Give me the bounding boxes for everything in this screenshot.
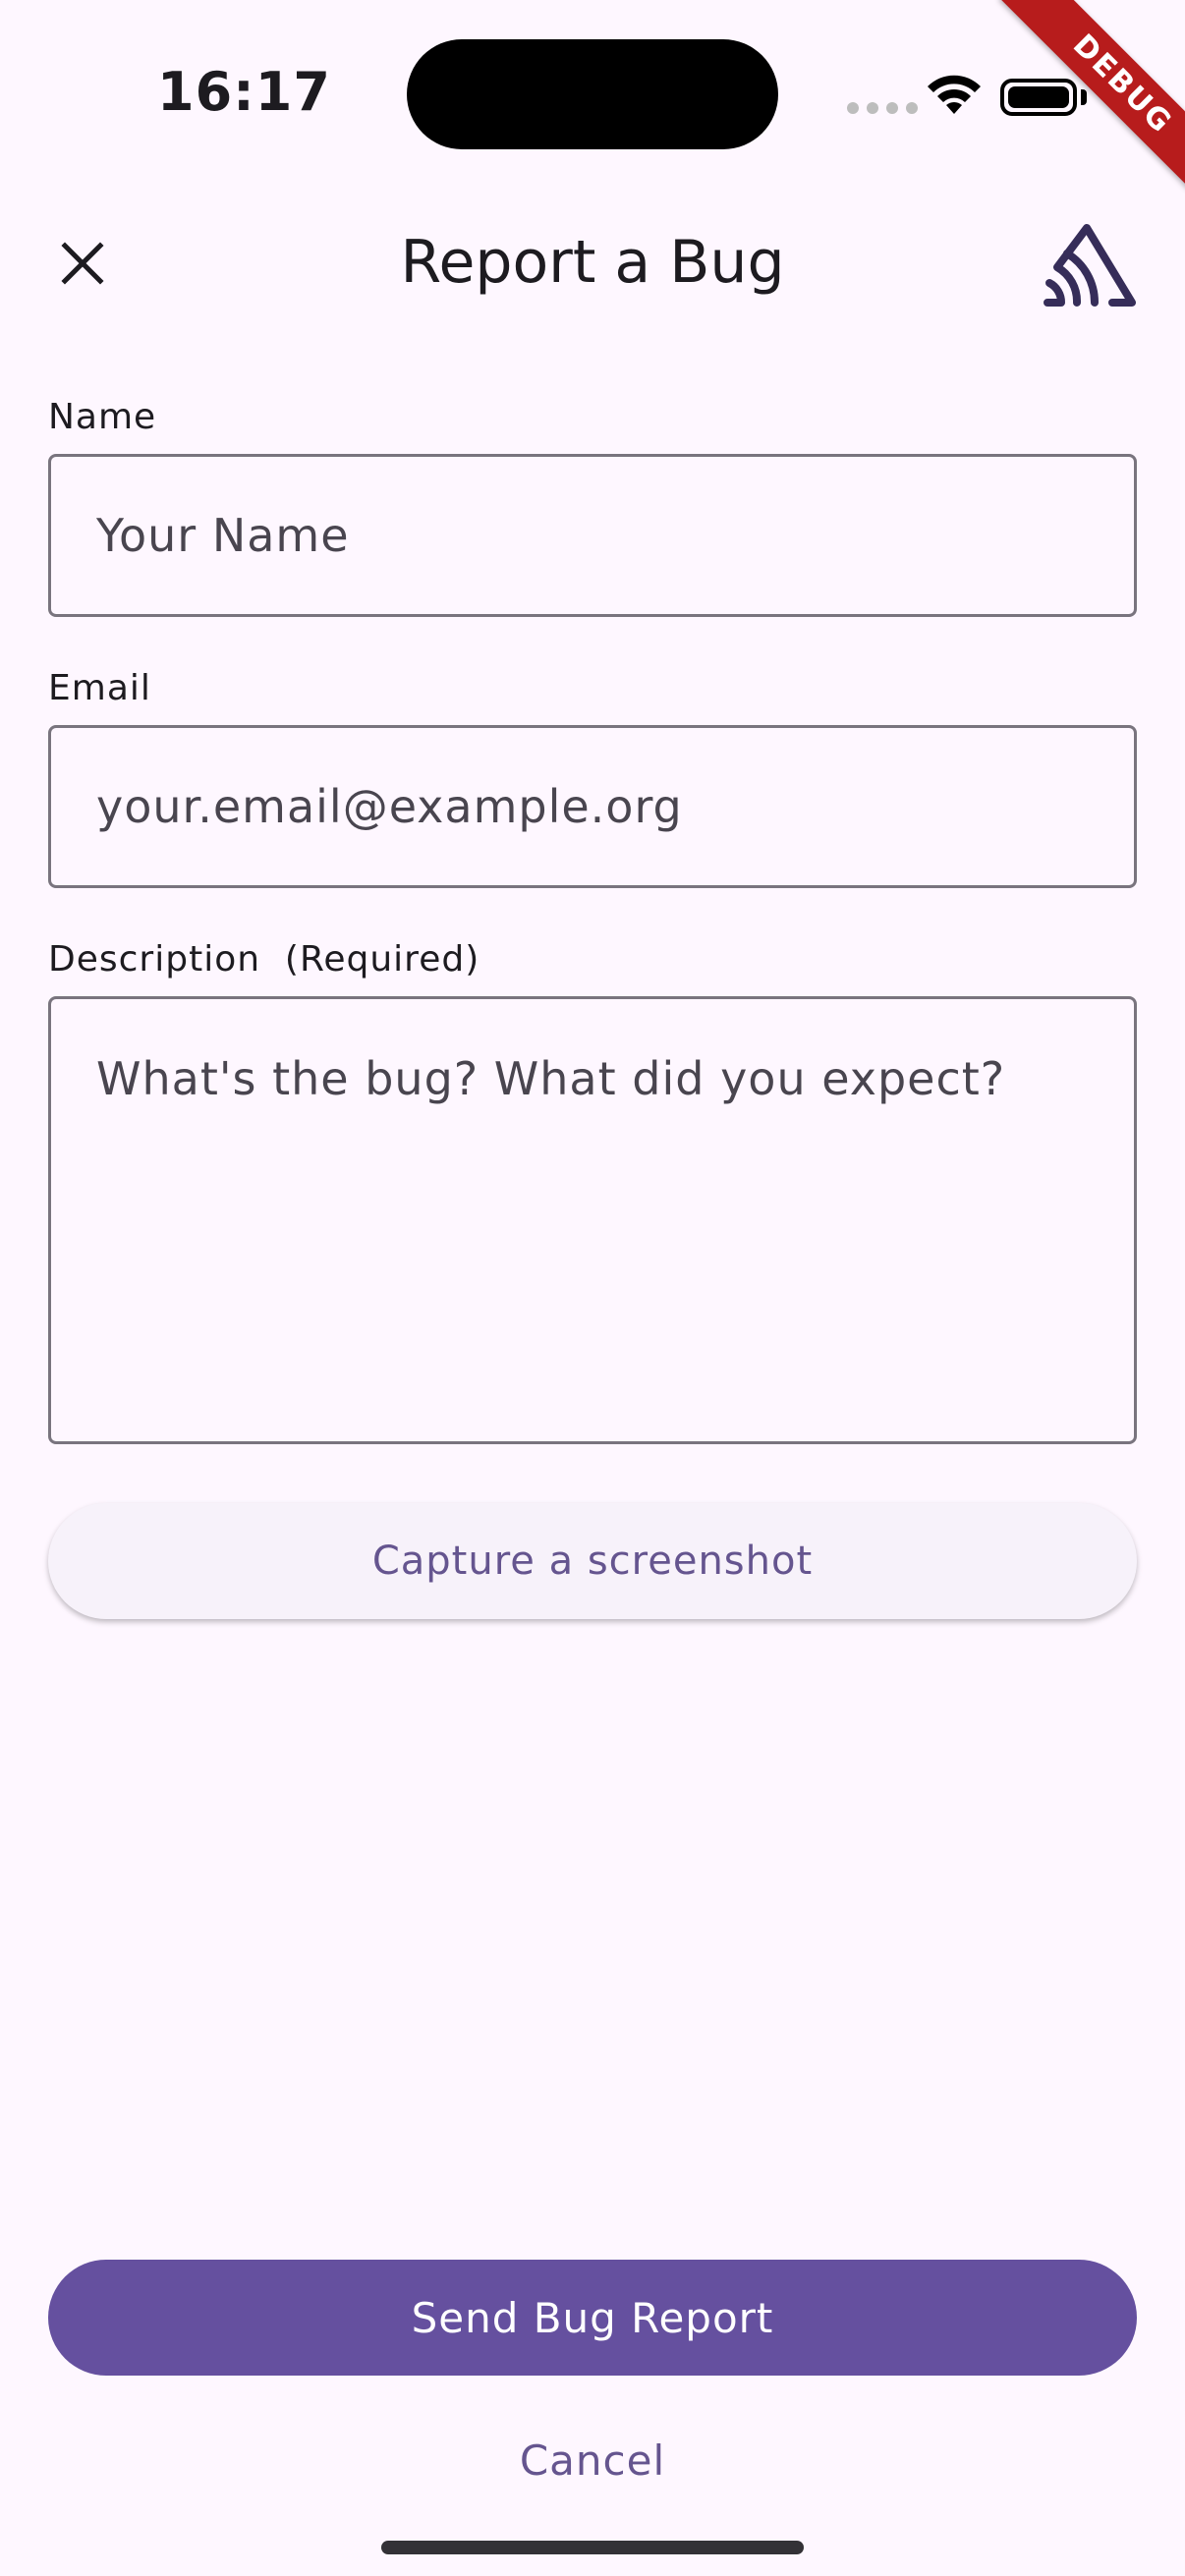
send-bug-report-button[interactable]: Send Bug Report [48, 2260, 1137, 2376]
email-label: Email [48, 668, 151, 708]
cancel-button[interactable]: Cancel [445, 2421, 740, 2499]
name-label: Name [48, 397, 157, 437]
capture-screenshot-button[interactable]: Capture a screenshot [48, 1503, 1137, 1619]
description-label: Description (Required) [48, 939, 480, 980]
page-title: Report a Bug [400, 228, 785, 297]
debug-banner-label: DEBUG [999, 0, 1185, 207]
signal-dots-icon [847, 102, 918, 114]
dynamic-island [407, 39, 778, 149]
debug-banner: DEBUG [930, 0, 1185, 255]
description-input[interactable] [48, 996, 1137, 1444]
home-indicator[interactable] [381, 2541, 804, 2554]
email-input[interactable] [48, 725, 1137, 888]
sentry-logo-icon [1044, 224, 1136, 307]
status-time: 16:17 [157, 61, 331, 123]
name-input[interactable] [48, 454, 1137, 617]
